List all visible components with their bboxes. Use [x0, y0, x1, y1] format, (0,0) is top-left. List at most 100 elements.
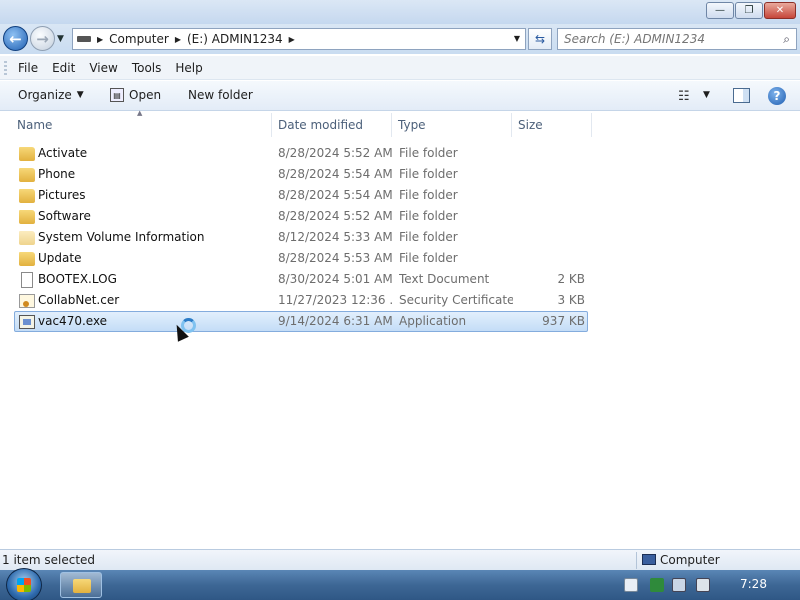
- file-row-selected[interactable]: vac470.exe 9/14/2024 6:31 AM Application…: [14, 311, 588, 332]
- volume-muted-icon[interactable]: [696, 578, 710, 592]
- menu-file[interactable]: File: [18, 59, 46, 77]
- title-bar: — ❐ ✕: [0, 0, 800, 24]
- start-button[interactable]: [6, 568, 42, 600]
- new-folder-button[interactable]: New folder: [188, 88, 253, 102]
- navigation-bar: ← → ▼ ▶ Computer ▶ (E:) ADMIN1234 ▶ ▼ ⇆ …: [0, 24, 800, 54]
- menu-bar: File Edit View Tools Help: [0, 56, 800, 80]
- organize-label: Organize: [18, 88, 72, 102]
- system-tray: [620, 570, 800, 600]
- clock[interactable]: 7:28: [740, 577, 767, 591]
- chevron-down-icon: ▼: [76, 90, 84, 100]
- close-button[interactable]: ✕: [764, 2, 796, 19]
- folder-icon: [73, 579, 91, 593]
- column-header-type[interactable]: Type: [392, 113, 512, 137]
- open-label: Open: [129, 88, 162, 102]
- action-center-icon[interactable]: [624, 578, 638, 592]
- text-document-icon: [21, 272, 33, 288]
- file-type: Security Certificate: [399, 293, 513, 307]
- file-date: 9/14/2024 6:31 AM: [278, 314, 393, 328]
- file-type: File folder: [399, 230, 458, 244]
- file-date: 11/27/2023 12:36 ...: [278, 293, 394, 307]
- file-name: Pictures: [38, 188, 86, 202]
- column-headers: ▲ Name Date modified Type Size: [0, 109, 800, 137]
- file-name: Phone: [38, 167, 76, 181]
- file-date: 8/30/2024 5:01 AM: [278, 272, 393, 286]
- minimize-button[interactable]: —: [706, 2, 734, 19]
- breadcrumb-arrow-icon[interactable]: ▶: [97, 35, 103, 44]
- column-header-date-modified[interactable]: Date modified: [272, 113, 392, 137]
- file-date: 8/28/2024 5:54 AM: [278, 167, 393, 181]
- file-date: 8/28/2024 5:53 AM: [278, 251, 393, 265]
- folder-icon: [19, 231, 35, 245]
- breadcrumb-arrow-icon[interactable]: ▶: [175, 35, 181, 44]
- address-dropdown-icon[interactable]: ▼: [514, 34, 520, 43]
- file-row[interactable]: System Volume Information 8/12/2024 5:33…: [14, 227, 588, 248]
- taskbar: 7:28: [0, 568, 800, 600]
- breadcrumb-arrow-icon[interactable]: ▶: [289, 35, 295, 44]
- open-icon: ▤: [110, 88, 124, 102]
- column-header-name[interactable]: Name: [11, 113, 272, 137]
- file-row[interactable]: Activate 8/28/2024 5:52 AM File folder: [14, 143, 588, 164]
- taskbar-explorer-button[interactable]: [60, 572, 102, 598]
- forward-button[interactable]: →: [30, 26, 55, 51]
- column-header-size[interactable]: Size: [512, 113, 592, 137]
- maximize-button[interactable]: ❐: [735, 2, 763, 19]
- file-name: CollabNet.cer: [38, 293, 120, 307]
- application-icon: [19, 315, 35, 329]
- help-icon[interactable]: ?: [768, 87, 786, 105]
- preview-pane-icon[interactable]: [733, 88, 750, 103]
- file-name: vac470.exe: [38, 314, 108, 328]
- address-bar[interactable]: ▶ Computer ▶ (E:) ADMIN1234 ▶ ▼: [72, 28, 526, 50]
- computer-icon: [642, 554, 656, 565]
- file-type: File folder: [399, 146, 458, 160]
- view-options-dropdown[interactable]: ▼: [703, 90, 710, 100]
- file-row[interactable]: Update 8/28/2024 5:53 AM File folder: [14, 248, 588, 269]
- file-date: 8/28/2024 5:52 AM: [278, 209, 393, 223]
- busy-spinner-icon: [181, 318, 196, 333]
- recent-pages-dropdown[interactable]: ▼: [57, 34, 64, 44]
- file-date: 8/28/2024 5:54 AM: [278, 188, 393, 202]
- file-type: File folder: [399, 188, 458, 202]
- refresh-icon: ⇆: [534, 32, 546, 46]
- window-controls: — ❐ ✕: [706, 2, 796, 19]
- file-row[interactable]: Phone 8/28/2024 5:54 AM File folder: [14, 164, 588, 185]
- file-row[interactable]: BOOTEX.LOG 8/30/2024 5:01 AM Text Docume…: [14, 269, 588, 290]
- drive-icon: [77, 36, 91, 42]
- file-name: BOOTEX.LOG: [38, 272, 117, 286]
- menu-view[interactable]: View: [89, 59, 125, 77]
- file-name: Activate: [38, 146, 88, 160]
- security-shield-icon[interactable]: [650, 578, 664, 592]
- file-name: Software: [38, 209, 91, 223]
- file-row[interactable]: CollabNet.cer 11/27/2023 12:36 ... Secur…: [14, 290, 588, 311]
- search-input[interactable]: [564, 32, 764, 46]
- refresh-button[interactable]: ⇆: [528, 28, 552, 50]
- back-button[interactable]: ←: [3, 26, 28, 51]
- folder-icon: [19, 147, 35, 161]
- menu-help[interactable]: Help: [175, 59, 210, 77]
- file-row[interactable]: Pictures 8/28/2024 5:54 AM File folder: [14, 185, 588, 206]
- location-status: Computer: [660, 553, 720, 567]
- breadcrumb-computer[interactable]: Computer: [109, 32, 169, 46]
- file-date: 8/12/2024 5:33 AM: [278, 230, 393, 244]
- certificate-icon: [19, 294, 35, 308]
- status-divider: [636, 552, 637, 569]
- windows-logo-icon: [17, 578, 31, 592]
- change-view-icon[interactable]: ☷: [678, 89, 690, 104]
- folder-icon: [19, 210, 35, 224]
- menu-edit[interactable]: Edit: [52, 59, 83, 77]
- organize-button[interactable]: Organize ▼: [18, 88, 84, 102]
- selection-status: 1 item selected: [2, 553, 96, 567]
- breadcrumb-drive[interactable]: (E:) ADMIN1234: [187, 32, 283, 46]
- network-icon[interactable]: [672, 578, 686, 592]
- menu-tools[interactable]: Tools: [132, 59, 170, 77]
- search-icon[interactable]: ⌕: [783, 32, 790, 47]
- folder-icon: [19, 168, 35, 182]
- file-row[interactable]: Software 8/28/2024 5:52 AM File folder: [14, 206, 588, 227]
- file-size: 2 KB: [557, 272, 585, 286]
- forward-arrow-icon: →: [36, 29, 49, 48]
- open-button[interactable]: ▤ Open: [110, 88, 161, 102]
- file-size: 937 KB: [542, 314, 585, 328]
- search-box[interactable]: ⌕: [557, 28, 797, 50]
- file-type: Application: [399, 314, 467, 328]
- command-bar: Organize ▼ ▤ Open New folder ☷ ▼ ?: [0, 81, 800, 111]
